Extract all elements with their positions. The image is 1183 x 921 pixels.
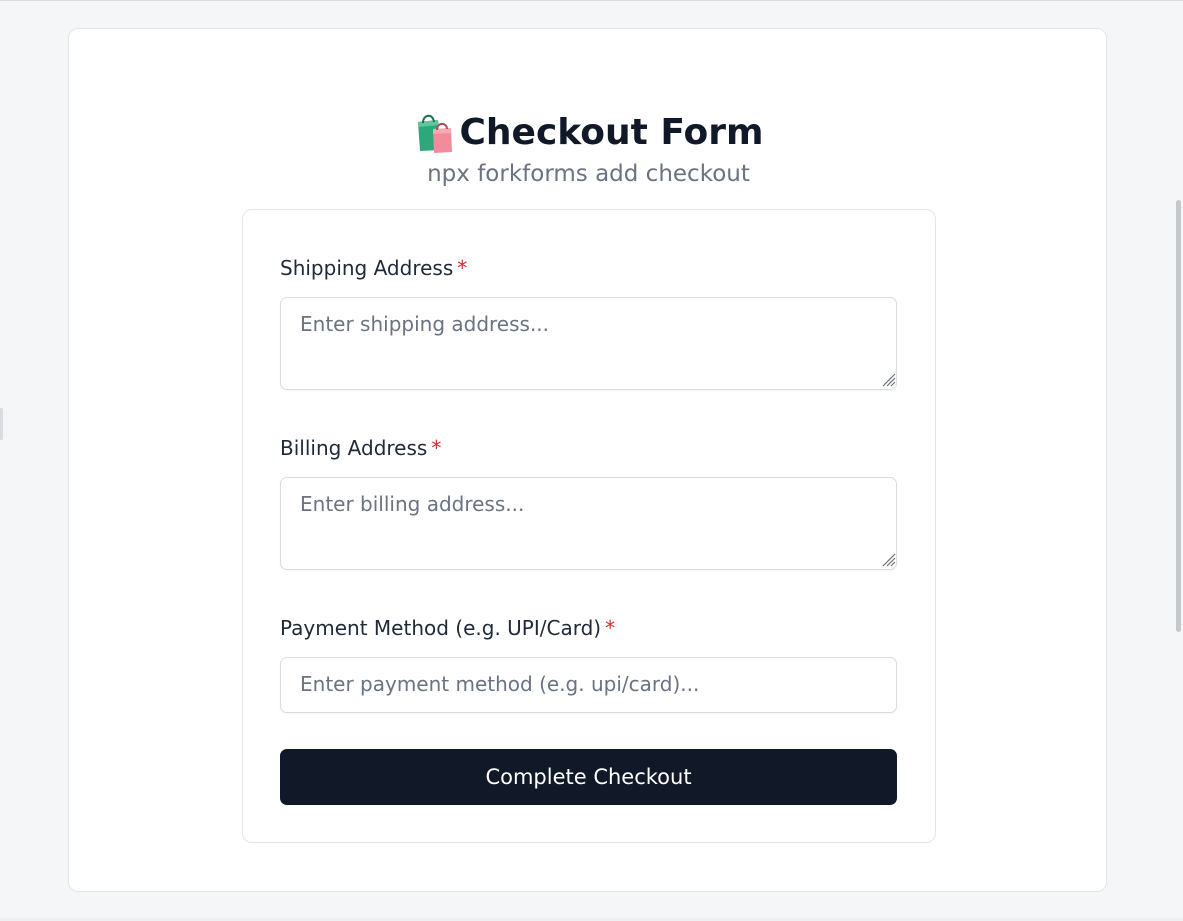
required-marker: * [431,436,442,460]
required-marker: * [605,616,616,640]
billing-address-label-text: Billing Address [280,436,428,460]
checkout-form: Shipping Address* Billing Address* Payme… [242,209,936,843]
shopping-bags-icon [413,110,457,154]
payment-method-label-text: Payment Method (e.g. UPI/Card) [280,616,602,640]
window-top-border [0,0,1183,1]
page-title: Checkout Form [459,111,764,153]
form-header: Checkout Form npx forkforms add checkout [69,109,1108,187]
scrollbar-thumb[interactable] [1176,200,1181,632]
required-marker: * [457,256,468,280]
billing-address-textarea[interactable] [280,477,897,570]
page-subtitle: npx forkforms add checkout [427,161,750,187]
shipping-address-label-text: Shipping Address [280,256,454,280]
payment-method-label: Payment Method (e.g. UPI/Card) * [280,616,615,640]
shipping-address-label: Shipping Address * [280,256,467,280]
payment-method-input[interactable] [280,657,897,713]
side-handle[interactable] [0,408,3,440]
shipping-address-textarea[interactable] [280,297,897,390]
page-card: Checkout Form npx forkforms add checkout… [68,28,1107,892]
complete-checkout-button[interactable]: Complete Checkout [280,749,897,805]
title-row: Checkout Form [69,109,1108,155]
resize-grip-icon[interactable] [880,371,896,387]
resize-grip-icon[interactable] [880,551,896,567]
billing-address-label: Billing Address * [280,436,441,460]
